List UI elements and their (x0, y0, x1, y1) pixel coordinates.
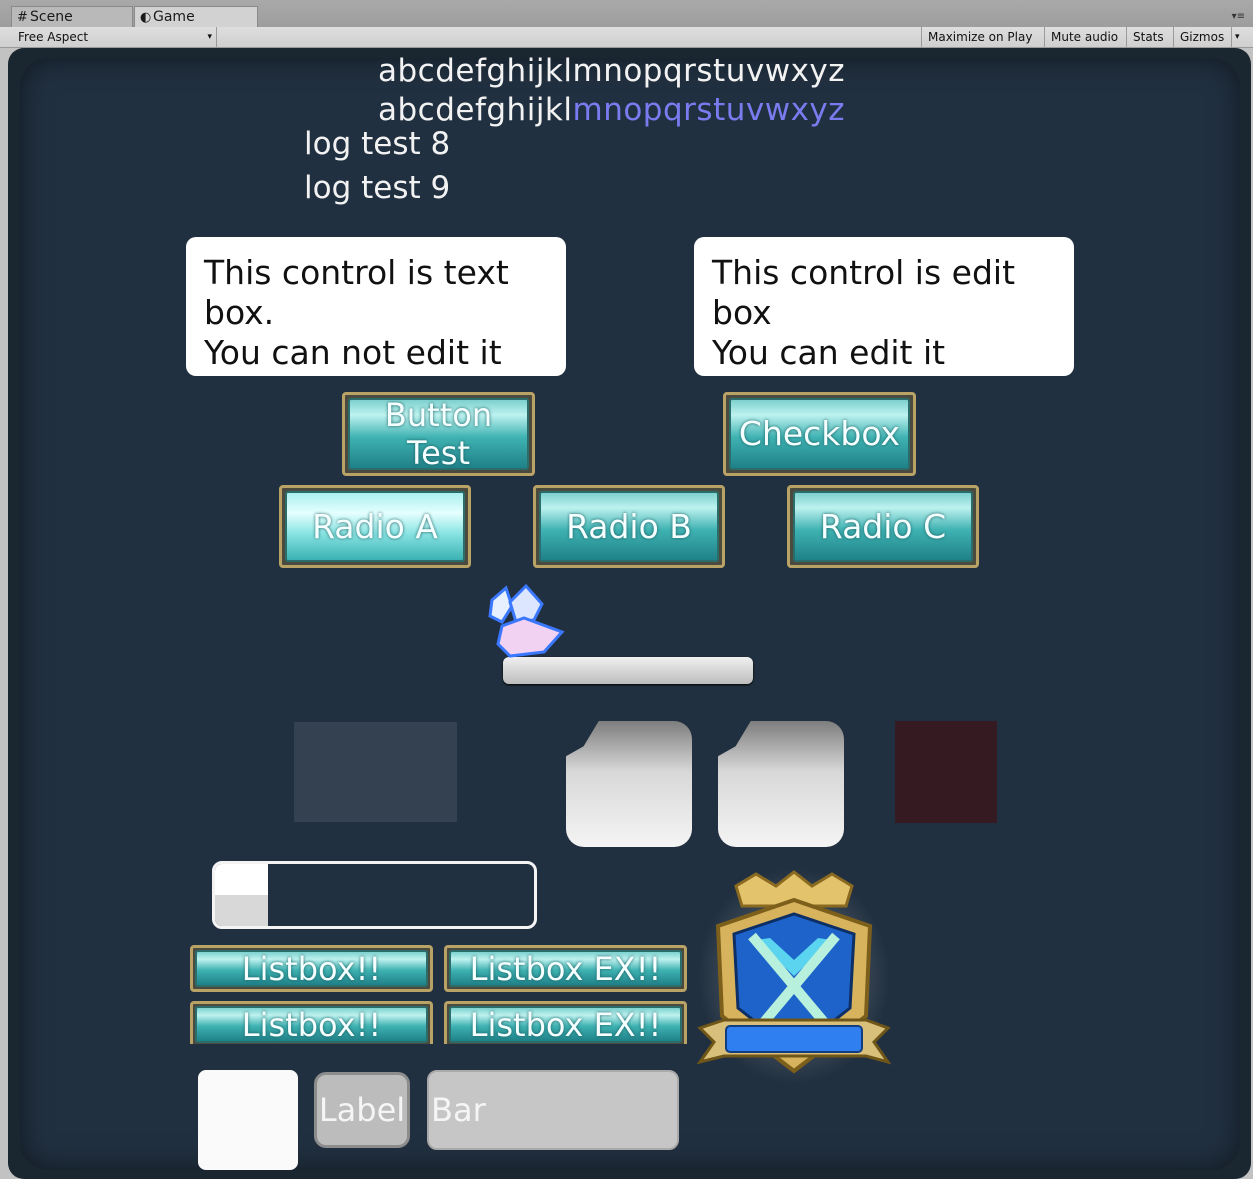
listbox-ex-2[interactable]: Listbox EX!! (444, 1001, 687, 1048)
editor-tabbar: # Scene ◐ Game ▾≡ (0, 0, 1253, 27)
alphabet-text-1: abcdefghijklmnopqrstuvwxyz (378, 53, 846, 89)
game-toolbar: Free Aspect ▾ Maximize on Play Mute audi… (0, 27, 1253, 48)
mute-audio-toggle[interactable]: Mute audio (1044, 27, 1126, 47)
checkbox-button[interactable]: Checkbox (723, 392, 916, 476)
gizmos-label: Gizmos (1180, 30, 1225, 44)
maximize-on-play-toggle[interactable]: Maximize on Play (921, 27, 1044, 47)
radio-c-label: Radio C (793, 491, 973, 562)
alphabet-text-2: abcdefghijklmnopqrstuvwxyz (378, 92, 845, 128)
radio-b-label: Radio B (539, 491, 719, 562)
log-line-2: log test 9 (304, 170, 451, 206)
stats-toggle[interactable]: Stats (1126, 27, 1173, 47)
tab-game-label: Game (153, 9, 195, 25)
crystal-slider-handle-icon[interactable] (484, 582, 568, 662)
color-panel-dark-red (895, 721, 997, 823)
progress-fill (215, 864, 268, 926)
listbox-ex-1[interactable]: Listbox EX!! (444, 945, 687, 992)
listbox-2[interactable]: Listbox!! (190, 1001, 433, 1048)
window-menu-icon[interactable]: ▾≡ (1232, 11, 1245, 22)
aspect-dropdown[interactable]: Free Aspect ▾ (12, 27, 217, 47)
image-panel (294, 722, 457, 822)
gizmos-dropdown-icon[interactable]: ▾ (1231, 27, 1247, 47)
listbox-ex-2-label: Listbox EX!! (449, 1006, 682, 1043)
listbox-2-label: Listbox!! (195, 1006, 428, 1043)
dropdown-arrow-icon: ▾ (207, 32, 212, 42)
progress-bar (212, 861, 537, 929)
listbox-1-label: Listbox!! (195, 950, 428, 987)
aspect-label: Free Aspect (18, 30, 89, 44)
edit-box[interactable]: This control is edit box You can edit it (694, 237, 1074, 376)
radio-b[interactable]: Radio B (533, 485, 725, 568)
listbox-clip (186, 1044, 691, 1056)
button-test[interactable]: Button Test (342, 392, 535, 476)
gizmos-toggle[interactable]: Gizmos (1173, 27, 1231, 47)
stats-label: Stats (1133, 30, 1164, 44)
pacman-icon: ◐ (140, 10, 152, 25)
button-test-label: Button Test (348, 396, 529, 472)
white-box (198, 1070, 298, 1170)
bar-box: Bar (427, 1070, 679, 1150)
tab-scene[interactable]: # Scene (11, 6, 133, 27)
log-line-1: log test 8 (304, 126, 451, 162)
maximize-on-play-label: Maximize on Play (928, 30, 1033, 44)
text-box: This control is text box. You can not ed… (186, 237, 566, 376)
shield-emblem-icon (696, 868, 892, 1084)
grid-icon: # (17, 10, 28, 25)
tab-scene-label: Scene (30, 9, 73, 25)
radio-c[interactable]: Radio C (787, 485, 979, 568)
alphabet-text-2-colored: mnopqrstuvwxyz (572, 92, 846, 128)
radio-a[interactable]: Radio A (279, 485, 471, 568)
alphabet-text-2-plain: abcdefghijkl (378, 92, 573, 128)
listbox-ex-1-label: Listbox EX!! (449, 950, 682, 987)
tab-game[interactable]: ◐ Game (134, 6, 258, 27)
radio-a-label: Radio A (285, 491, 465, 562)
listbox-1[interactable]: Listbox!! (190, 945, 433, 992)
mute-audio-label: Mute audio (1051, 30, 1119, 44)
label-box: Label (314, 1072, 410, 1148)
checkbox-label: Checkbox (729, 398, 910, 470)
